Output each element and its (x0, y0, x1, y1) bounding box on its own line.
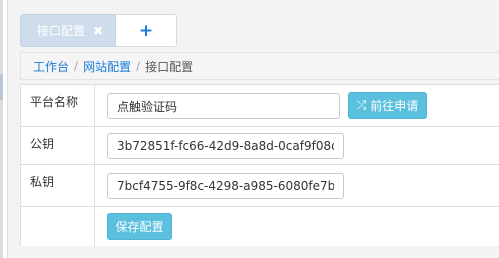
private-key-label: 私钥 (21, 165, 95, 206)
close-icon[interactable]: ✖ (93, 24, 103, 38)
form-row-private-key: 私钥 (21, 165, 499, 207)
config-form: 平台名称 ⤮ 前往申请 公钥 私钥 保存配置 (20, 84, 499, 247)
add-tab-button[interactable]: + (116, 14, 177, 47)
form-row-platform: 平台名称 ⤮ 前往申请 (21, 85, 499, 127)
breadcrumb: 工作台 / 网站配置 / 接口配置 (20, 52, 499, 80)
breadcrumb-separator: / (136, 59, 141, 73)
apply-button-label: 前往申请 (370, 99, 419, 113)
private-key-input[interactable] (107, 173, 344, 199)
tab-interface-config[interactable]: 接口配置 ✖ (20, 14, 116, 47)
public-key-input[interactable] (107, 133, 344, 159)
empty-label-cell (21, 207, 95, 247)
platform-name-input[interactable] (107, 93, 340, 119)
breadcrumb-link-site-config[interactable]: 网站配置 (83, 58, 131, 75)
form-row-public-key: 公钥 (21, 127, 499, 165)
breadcrumb-current: 接口配置 (145, 59, 194, 74)
platform-name-label: 平台名称 (21, 85, 95, 126)
left-sidebar-edge (0, 0, 8, 258)
save-config-button[interactable]: 保存配置 (107, 213, 172, 240)
breadcrumb-separator: / (74, 59, 79, 73)
breadcrumb-link-workbench[interactable]: 工作台 (33, 58, 69, 75)
sidebar-active-marker (0, 74, 3, 100)
public-key-label: 公钥 (21, 127, 95, 164)
tab-bar: 接口配置 ✖ + (20, 14, 499, 47)
apply-button[interactable]: ⤮ 前往申请 (348, 92, 427, 119)
form-row-actions: 保存配置 (21, 207, 499, 247)
shuffle-icon: ⤮ (356, 98, 367, 112)
plus-icon: + (138, 20, 154, 41)
sidebar-border (0, 0, 3, 258)
tab-label: 接口配置 (37, 24, 86, 38)
